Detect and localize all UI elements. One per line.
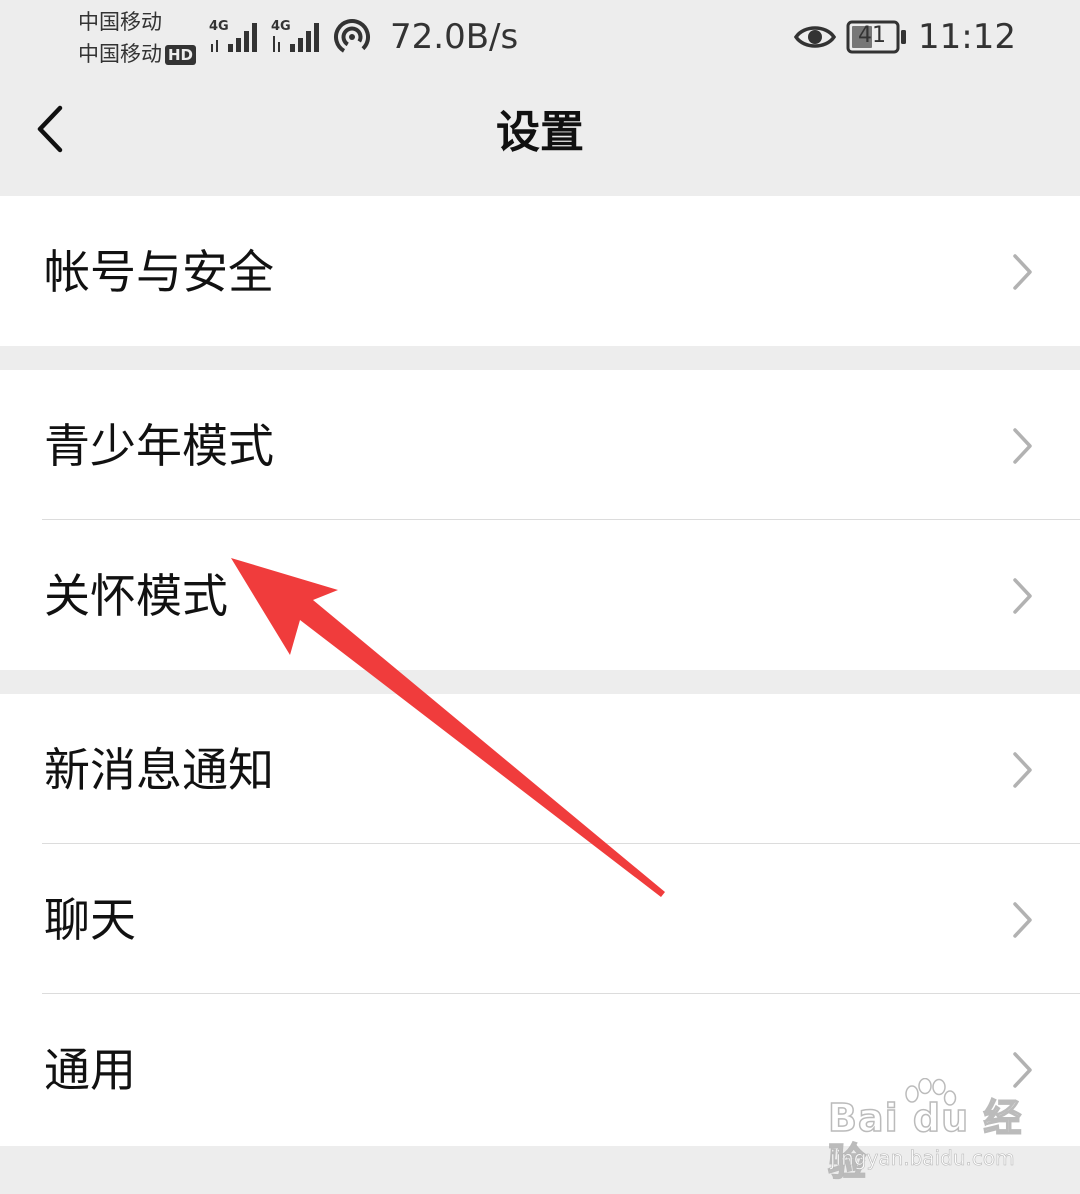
hotspot-icon <box>334 19 370 55</box>
carrier-2: 中国移动 HD <box>78 38 208 70</box>
page-title: 设置 <box>496 107 584 158</box>
settings-item-label: 青少年模式 <box>44 419 274 473</box>
chevron-right-icon <box>1013 902 1032 938</box>
settings-item-care-mode[interactable]: 关怀模式 <box>0 519 1080 670</box>
carrier-1: 中国移动 <box>78 10 162 34</box>
network-speed: 72.0B/s <box>390 17 519 57</box>
settings-item-account-security[interactable]: 帐号与安全 <box>0 196 1080 346</box>
battery-level: 41 <box>858 23 886 48</box>
settings-item-notifications[interactable]: 新消息通知 <box>0 694 1080 844</box>
settings-item-label: 通用 <box>44 1043 136 1097</box>
settings-group-modes: 青少年模式 关怀模式 <box>0 370 1080 670</box>
nav-bar: 设置 <box>0 80 1080 194</box>
signal-1-label: 4G <box>209 19 229 34</box>
signal-icon: 4G <box>271 19 319 52</box>
settings-item-chat[interactable]: 聊天 <box>0 843 1080 994</box>
chevron-right-icon <box>1013 578 1032 614</box>
chevron-right-icon <box>1013 428 1032 464</box>
carrier-info: 中国移动 中国移动 HD <box>78 6 208 70</box>
settings-item-label: 帐号与安全 <box>44 245 274 299</box>
eye-icon <box>794 26 836 48</box>
status-bar: 中国移动 中国移动 HD 4G 4G 72.0B/s 41 11:12 <box>0 0 1080 80</box>
chevron-right-icon <box>1013 254 1032 290</box>
settings-item-teen-mode[interactable]: 青少年模式 <box>0 370 1080 520</box>
clock: 11:12 <box>918 17 1016 57</box>
signal-icon: 4G <box>209 19 257 52</box>
settings-item-label: 新消息通知 <box>44 743 274 797</box>
watermark-logo-text: Bai du 经验 <box>827 1095 1023 1185</box>
settings-item-label: 关怀模式 <box>44 569 228 623</box>
chevron-right-icon <box>1013 752 1032 788</box>
settings-group-account: 帐号与安全 <box>0 196 1080 346</box>
signal-2-label: 4G <box>271 19 291 34</box>
settings-item-label: 聊天 <box>44 893 136 947</box>
watermark-url: jingyan.baidu.com <box>830 1146 1015 1171</box>
hd-badge: HD <box>165 45 197 65</box>
baidu-jingyan-watermark: Bai du 经验 jingyan.baidu.com <box>827 1076 1028 1185</box>
